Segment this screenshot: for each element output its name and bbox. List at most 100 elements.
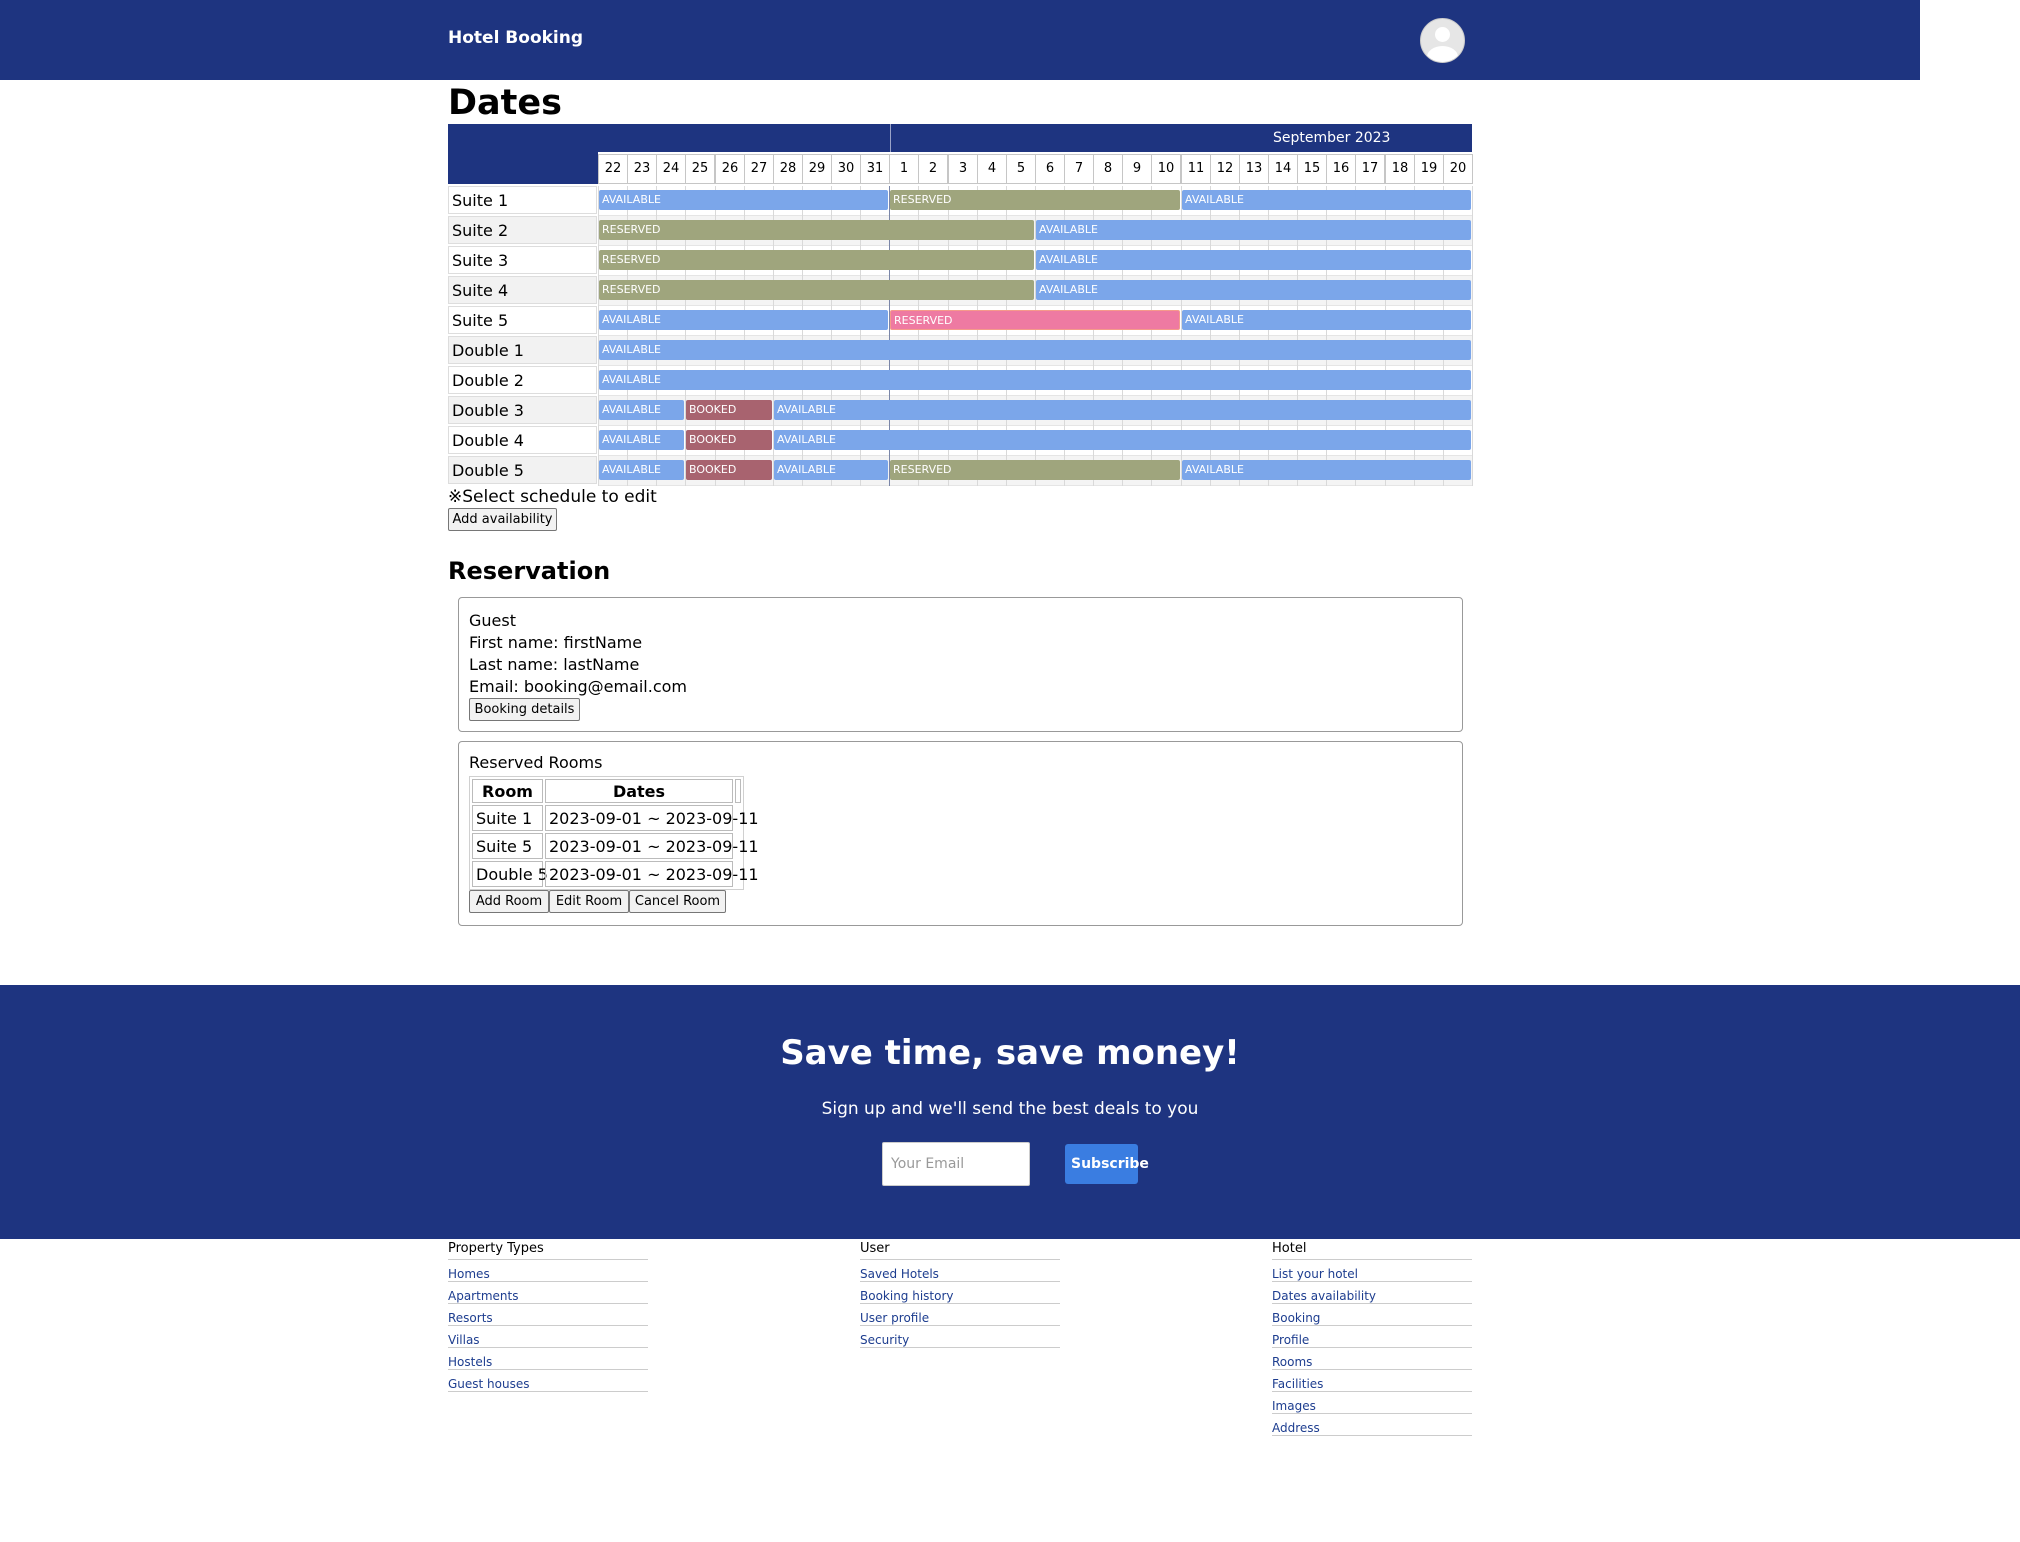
schedule-segment-available[interactable]: AVAILABLE [599, 430, 684, 450]
table-cell-room[interactable]: Suite 1 [472, 805, 543, 831]
add-availability-button[interactable]: Add availability [448, 508, 557, 531]
footer-link[interactable]: Villas [448, 1326, 648, 1348]
subscribe-button[interactable]: Subscribe [1065, 1144, 1149, 1184]
footer-link[interactable]: Homes [448, 1260, 648, 1282]
day-header-cell: 1 [889, 154, 919, 184]
day-header-cell: 7 [1064, 154, 1094, 184]
table-cell-room[interactable]: Double 5 [472, 861, 548, 887]
schedule-segment-booked[interactable]: BOOKED [686, 460, 772, 480]
schedule-segment-available[interactable]: AVAILABLE [774, 460, 888, 480]
newsletter-email-input[interactable] [882, 1142, 1030, 1186]
room-row-label: Suite 2 [448, 216, 597, 244]
footer-link[interactable]: Facilities [1272, 1370, 1472, 1392]
schedule-segment-available[interactable]: AVAILABLE [1182, 190, 1471, 210]
schedule-segment-reserved[interactable]: RESERVED [599, 280, 1034, 300]
day-header-cell: 22 [598, 154, 628, 184]
table-header-spacer [735, 779, 741, 803]
day-header-cell: 24 [656, 154, 686, 184]
footer-column: User Saved Hotels Booking history User prof… [860, 1239, 1060, 1348]
day-header-cell: 18 [1385, 154, 1415, 184]
day-header-cell: 26 [715, 154, 745, 184]
room-row-label: Double 3 [448, 396, 597, 424]
footer-link[interactable]: Booking history [860, 1282, 1060, 1304]
schedule-segment-available[interactable]: AVAILABLE [774, 430, 1471, 450]
schedule-hint-text: ※Select schedule to edit [448, 487, 657, 507]
dates-section-title: Dates [448, 83, 562, 123]
schedule-segment-booked[interactable]: BOOKED [686, 400, 772, 420]
schedule-segment-available[interactable]: AVAILABLE [1182, 310, 1471, 330]
schedule-segment-available[interactable]: AVAILABLE [599, 190, 888, 210]
footer-link[interactable]: Profile [1272, 1326, 1472, 1348]
add-room-button[interactable]: Add Room [469, 890, 549, 913]
day-header-cell: 17 [1355, 154, 1385, 184]
day-header-cell: 3 [948, 154, 978, 184]
footer-column: Hotel List your hotel Dates availability Bo… [1272, 1239, 1472, 1436]
table-header-room: Room [472, 779, 543, 803]
reserved-rooms-panel: Reserved Rooms Room Dates Suite 1 2023-0… [458, 741, 1463, 926]
booking-details-button[interactable]: Booking details [469, 698, 580, 721]
footer-link[interactable]: Security [860, 1326, 1060, 1348]
day-header-cell: 19 [1414, 154, 1444, 184]
newsletter-title: Save time, save money! [780, 1033, 1240, 1073]
footer-link[interactable]: List your hotel [1272, 1260, 1472, 1282]
room-row-label: Suite 1 [448, 186, 597, 214]
footer-column-heading: Hotel [1272, 1239, 1472, 1260]
guest-first-name: First name: firstName [469, 633, 643, 652]
footer-link[interactable]: Images [1272, 1392, 1472, 1414]
day-header-cell: 23 [627, 154, 657, 184]
timeline-corner-header [448, 124, 598, 184]
schedule-segment-available[interactable]: AVAILABLE [1036, 280, 1471, 300]
newsletter-subtitle: Sign up and we'll send the best deals to… [821, 1099, 1199, 1119]
room-row-label: Double 2 [448, 366, 597, 394]
table-cell-dates[interactable]: 2023-09-01 ~ 2023-09-11 [545, 833, 759, 859]
footer-link[interactable]: User profile [860, 1304, 1060, 1326]
footer-column-heading: User [860, 1239, 1060, 1260]
edit-room-button[interactable]: Edit Room [549, 890, 629, 913]
schedule-segment-available[interactable]: AVAILABLE [599, 400, 684, 420]
schedule-segment-reserved[interactable]: RESERVED [890, 460, 1180, 480]
day-header-cell: 12 [1210, 154, 1240, 184]
footer-link[interactable]: Resorts [448, 1304, 648, 1326]
guest-email: Email: booking@email.com [469, 677, 687, 696]
room-row-label: Double 1 [448, 336, 597, 364]
schedule-segment-available[interactable]: AVAILABLE [1036, 250, 1471, 270]
schedule-segment-available[interactable]: AVAILABLE [1036, 220, 1471, 240]
schedule-segment-available[interactable]: AVAILABLE [599, 370, 1471, 390]
guest-panel: Guest First name: firstName Last name: l… [458, 597, 1463, 732]
avatar-head [1435, 27, 1450, 42]
footer-link[interactable]: Rooms [1272, 1348, 1472, 1370]
schedule-segment-available[interactable]: AVAILABLE [599, 340, 1471, 360]
room-row-label: Suite 4 [448, 276, 597, 304]
schedule-segment-reserved[interactable]: RESERVED [599, 220, 1034, 240]
schedule-segment-reserved[interactable]: RESERVED [599, 250, 1034, 270]
schedule-segment-available[interactable]: AVAILABLE [774, 400, 1471, 420]
footer-link[interactable]: Booking [1272, 1304, 1472, 1326]
schedule-segment-available[interactable]: AVAILABLE [599, 310, 888, 330]
schedule-segment-reserved[interactable]: RESERVED [890, 310, 1180, 330]
day-header-cell: 15 [1297, 154, 1327, 184]
room-row-label: Double 5 [448, 456, 597, 484]
user-avatar-icon[interactable] [1420, 18, 1465, 63]
footer-link[interactable]: Guest houses [448, 1370, 648, 1392]
footer-link[interactable]: Address [1272, 1414, 1472, 1436]
schedule-segment-available[interactable]: AVAILABLE [1182, 460, 1471, 480]
schedule-segment-available[interactable]: AVAILABLE [599, 460, 684, 480]
day-header-cell: 14 [1268, 154, 1298, 184]
app-title[interactable]: Hotel Booking [448, 28, 583, 48]
day-header-cell: 4 [977, 154, 1007, 184]
footer-link[interactable]: Saved Hotels [860, 1260, 1060, 1282]
table-cell-room[interactable]: Suite 5 [472, 833, 543, 859]
schedule-segment-reserved[interactable]: RESERVED [890, 190, 1180, 210]
table-cell-dates[interactable]: 2023-09-01 ~ 2023-09-11 [545, 805, 759, 831]
footer-link[interactable]: Dates availability [1272, 1282, 1472, 1304]
month-label: September 2023 [1273, 130, 1391, 146]
footer-column-heading: Property Types [448, 1239, 648, 1260]
table-cell-dates[interactable]: 2023-09-01 ~ 2023-09-11 [545, 861, 759, 887]
footer-link[interactable]: Apartments [448, 1282, 648, 1304]
schedule-segment-booked[interactable]: BOOKED [686, 430, 772, 450]
reservation-section-title: Reservation [448, 557, 611, 585]
day-header-cell: 6 [1035, 154, 1065, 184]
footer-link[interactable]: Hostels [448, 1348, 648, 1370]
day-header-cell: 11 [1181, 154, 1211, 184]
cancel-room-button[interactable]: Cancel Room [629, 890, 726, 913]
